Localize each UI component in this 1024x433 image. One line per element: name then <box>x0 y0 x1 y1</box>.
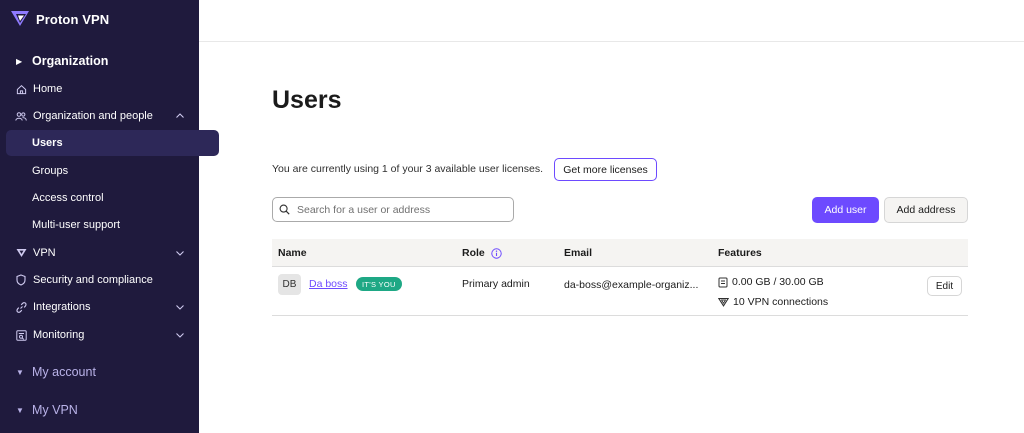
column-header-role-label: Role <box>462 247 485 259</box>
caret-down-icon: ▼ <box>16 367 24 377</box>
vpn-feature: 10 VPN connections <box>718 296 828 308</box>
column-header-name: Name <box>278 247 307 259</box>
brand-name: Proton VPN <box>36 12 110 27</box>
sidebar-item-label: VPN <box>33 247 56 259</box>
home-icon <box>15 83 27 95</box>
vpn-icon <box>15 247 27 259</box>
section-my-vpn[interactable]: ▼ My VPN <box>0 398 199 422</box>
license-usage-text: You are currently using 1 of your 3 avai… <box>272 163 544 175</box>
sidebar-item-monitoring[interactable]: Monitoring <box>6 322 193 348</box>
its-you-badge: IT'S YOU <box>356 277 402 291</box>
sidebar-item-home[interactable]: Home <box>6 76 193 102</box>
search-field[interactable] <box>272 197 514 222</box>
sidebar-item-multi-user-support[interactable]: Multi-user support <box>6 212 219 238</box>
sidebar-item-label: Organization and people <box>33 110 153 122</box>
sidebar-item-vpn[interactable]: VPN <box>6 240 193 266</box>
add-address-button[interactable]: Add address <box>884 197 968 223</box>
section-my-account[interactable]: ▼ My account <box>0 360 199 384</box>
caret-right-icon: ▶ <box>16 56 23 66</box>
search-input[interactable] <box>297 203 497 216</box>
brand[interactable]: Proton VPN <box>10 9 109 30</box>
email-cell: da-boss@example-organiz... <box>564 279 699 291</box>
user-name-link[interactable]: Da boss <box>309 278 348 290</box>
chevron-down-icon <box>176 333 184 338</box>
vpn-connections-text: 10 VPN connections <box>733 296 829 308</box>
role-cell: Primary admin <box>462 278 530 290</box>
storage-text: 0.00 GB / 30.00 GB <box>732 276 824 288</box>
sidebar-item-label: Monitoring <box>33 329 85 341</box>
shield-icon <box>15 274 27 286</box>
sidebar-item-security-and-compliance[interactable]: Security and compliance <box>6 267 193 293</box>
info-icon[interactable] <box>491 247 502 259</box>
column-header-role: Role <box>462 247 502 259</box>
sidebar-item-integrations[interactable]: Integrations <box>6 294 193 320</box>
vpn-icon <box>718 297 729 307</box>
top-bar <box>199 0 1024 42</box>
column-header-features: Features <box>718 247 762 259</box>
sidebar-item-groups[interactable]: Groups <box>6 158 219 184</box>
sidebar-item-label: Users <box>32 137 63 149</box>
get-more-licenses-button[interactable]: Get more licenses <box>554 158 657 181</box>
sidebar-item-label: Multi-user support <box>32 219 121 231</box>
add-user-button[interactable]: Add user <box>812 197 879 223</box>
section-label: My VPN <box>32 403 78 417</box>
sidebar-item-label: Security and compliance <box>33 274 153 286</box>
people-icon <box>15 110 27 122</box>
monitoring-icon <box>15 329 27 341</box>
column-header-email: Email <box>564 247 593 259</box>
section-label: My account <box>32 365 96 379</box>
chevron-down-icon <box>176 305 184 310</box>
sidebar-item-organization-and-people[interactable]: Organization and people <box>6 103 193 129</box>
sidebar-item-access-control[interactable]: Access control <box>6 185 219 211</box>
table-row: DB Da boss IT'S YOU Primary admin da-bos… <box>272 267 968 316</box>
edit-user-button[interactable]: Edit <box>927 276 962 296</box>
proton-vpn-logo-icon <box>10 9 30 30</box>
sidebar: Proton VPN ▶ Organization Home Organizat… <box>0 0 219 433</box>
chevron-up-icon <box>176 113 184 118</box>
search-icon <box>279 204 291 216</box>
sidebar-item-label: Home <box>33 83 63 95</box>
table-header: Name Role Email Features <box>272 239 968 267</box>
chevron-down-icon <box>176 251 184 256</box>
caret-down-icon: ▼ <box>16 405 24 415</box>
sidebar-item-label: Groups <box>32 165 69 177</box>
sidebar-item-label: Integrations <box>33 301 91 313</box>
sidebar-item-label: Access control <box>32 192 104 204</box>
section-label: Organization <box>32 54 109 68</box>
avatar: DB <box>278 274 301 295</box>
link-icon <box>15 301 27 313</box>
storage-icon <box>718 277 728 287</box>
section-organization[interactable]: ▶ Organization <box>0 49 199 73</box>
storage-feature: 0.00 GB / 30.00 GB <box>718 276 824 288</box>
sidebar-item-users[interactable]: Users <box>6 130 219 156</box>
page-title: Users <box>272 86 342 114</box>
